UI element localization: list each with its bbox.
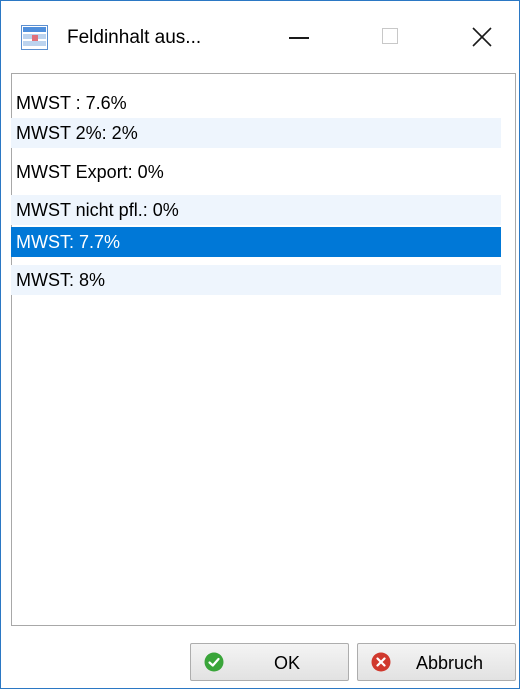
list-item-label: MWST: 7.7% [16, 232, 121, 252]
list-item-label: MWST 2%: 2% [16, 123, 138, 143]
cancel-button[interactable]: Abbruch [357, 643, 516, 681]
list-item[interactable]: MWST Export: 0% [11, 157, 501, 187]
title-bar[interactable]: Feldinhalt aus... [1, 1, 519, 73]
list-item-label: MWST : 7.6% [16, 93, 127, 113]
list-item[interactable]: MWST 2%: 2% [11, 118, 501, 148]
minimize-button[interactable] [277, 15, 323, 59]
close-icon [472, 27, 492, 47]
value-listbox[interactable] [11, 73, 516, 626]
list-item-selected[interactable]: MWST: 7.7% [11, 227, 501, 257]
app-icon [21, 25, 48, 50]
maximize-icon [382, 28, 398, 44]
minimize-icon [289, 37, 309, 39]
dialog-window: Feldinhalt aus... MWST : 7.6% MWST 2%: 2… [0, 0, 520, 689]
cancel-button-label: Abbruch [416, 653, 484, 673]
list-item[interactable]: MWST : 7.6% [11, 88, 501, 118]
list-item-label: MWST nicht pfl.: 0% [16, 200, 179, 220]
maximize-button[interactable] [368, 15, 414, 59]
window-title: Feldinhalt aus... [67, 27, 202, 48]
close-button[interactable] [459, 15, 505, 59]
x-circle-icon [371, 652, 391, 672]
check-circle-icon [204, 652, 224, 672]
list-item[interactable]: MWST: 8% [11, 265, 501, 295]
ok-button-label: OK [274, 653, 301, 673]
ok-button[interactable]: OK [190, 643, 349, 681]
list-item-label: MWST Export: 0% [16, 162, 164, 182]
list-item[interactable]: MWST nicht pfl.: 0% [11, 195, 501, 225]
list-item-label: MWST: 8% [16, 270, 106, 290]
